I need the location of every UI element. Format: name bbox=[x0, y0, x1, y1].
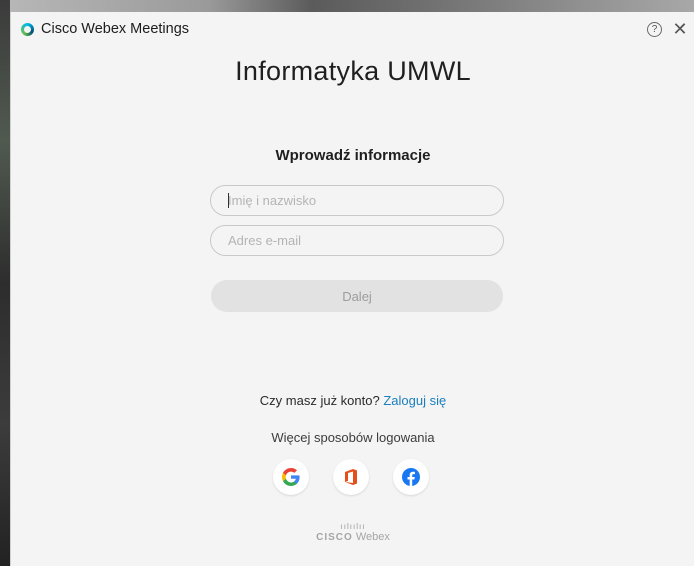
desktop-background-left bbox=[0, 0, 10, 566]
app-title: Cisco Webex Meetings bbox=[41, 21, 190, 37]
more-login-options-label: Więcej sposobów logowania bbox=[271, 430, 435, 445]
webex-wordmark: Webex bbox=[355, 531, 390, 543]
close-icon[interactable]: ✕ bbox=[672, 19, 688, 39]
google-login-button[interactable] bbox=[273, 459, 309, 495]
desktop-background-top bbox=[0, 0, 694, 12]
google-icon bbox=[282, 468, 300, 486]
brand-text: CISCO Webex bbox=[11, 531, 694, 543]
facebook-icon bbox=[402, 468, 420, 486]
email-input[interactable] bbox=[210, 225, 504, 256]
next-button[interactable]: Dalej bbox=[211, 280, 503, 312]
office-login-button[interactable] bbox=[333, 459, 369, 495]
account-prompt: Czy masz już konto? Zaloguj się bbox=[11, 393, 694, 408]
cisco-webex-brand: ıılıılıı CISCO Webex bbox=[11, 522, 694, 543]
help-icon[interactable]: ? bbox=[647, 22, 662, 37]
form-heading: Wprowadź informacje bbox=[275, 147, 431, 164]
login-link[interactable]: Zaloguj się bbox=[383, 393, 446, 408]
office-icon bbox=[345, 469, 357, 485]
text-caret bbox=[228, 193, 229, 208]
webex-logo-icon bbox=[21, 23, 34, 36]
title-bar[interactable]: Cisco Webex Meetings ? ✕ bbox=[11, 12, 694, 48]
cisco-wordmark: CISCO bbox=[316, 532, 353, 543]
webex-window: Cisco Webex Meetings ? ✕ Informatyka UMW… bbox=[10, 12, 694, 566]
facebook-login-button[interactable] bbox=[393, 459, 429, 495]
account-question: Czy masz już konto? bbox=[259, 393, 380, 408]
cisco-logo-icon: ıılıılıı bbox=[340, 522, 366, 531]
site-title: Informatyka UMWL bbox=[235, 56, 471, 86]
name-input[interactable] bbox=[210, 185, 504, 216]
